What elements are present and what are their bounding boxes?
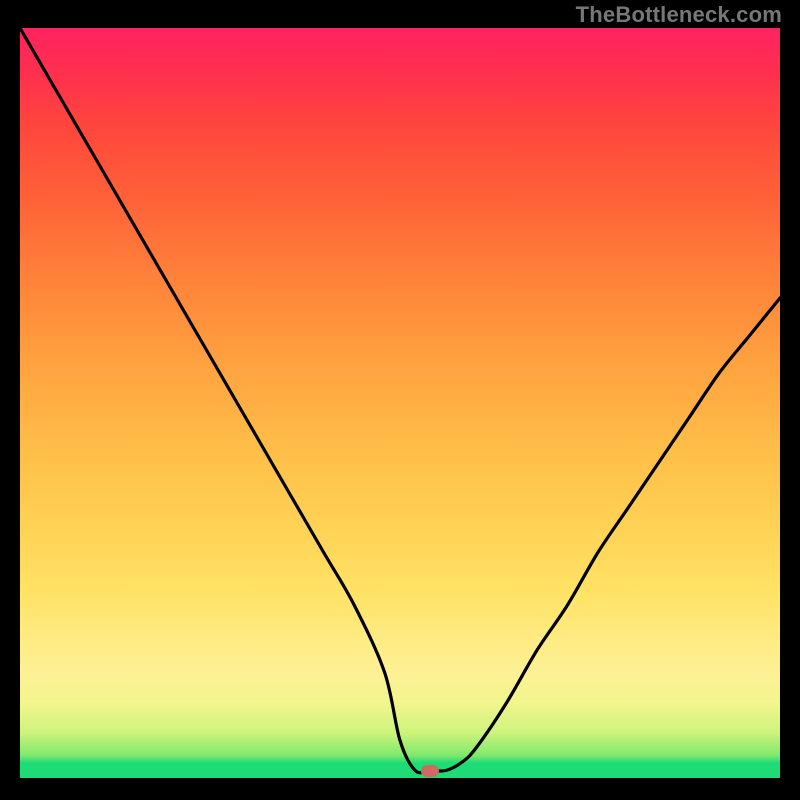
curve-path [20,28,780,773]
optimal-point-marker [421,765,439,777]
watermark-text: TheBottleneck.com [576,2,782,28]
bottleneck-curve [20,28,780,778]
chart-frame: TheBottleneck.com [0,0,800,800]
plot-area [20,28,780,778]
